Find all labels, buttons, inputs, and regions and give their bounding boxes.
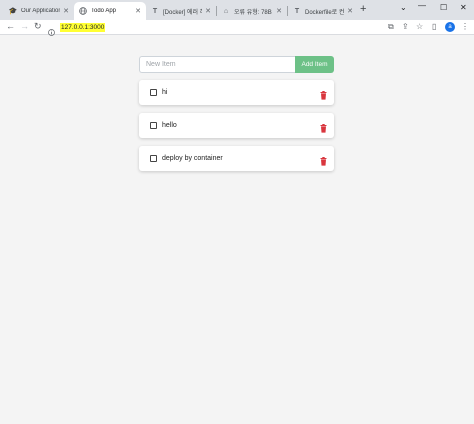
browser-tab-3[interactable]: ⌂ 오류 유형: 78B " ✕: [217, 2, 287, 20]
reload-icon[interactable]: ↻: [34, 21, 42, 32]
browser-tab-2[interactable]: T [Docker] 에러 해결 ✕: [146, 2, 216, 20]
item-label: hi: [162, 89, 168, 96]
home-icon: ⌂: [223, 7, 229, 15]
trash-icon[interactable]: [320, 153, 327, 171]
todo-item: deploy by container: [139, 146, 334, 171]
bookmark-star-icon[interactable]: ☆: [416, 22, 423, 31]
back-arrow-icon[interactable]: ←: [6, 21, 15, 31]
more-menu-icon[interactable]: ⋮: [461, 22, 469, 31]
tab-search-icon[interactable]: ⌄: [400, 3, 407, 12]
t-logo-icon: T: [152, 7, 158, 15]
trash-icon[interactable]: [320, 87, 327, 105]
forward-arrow-icon[interactable]: →: [20, 21, 29, 31]
item-label: deploy by container: [162, 155, 223, 162]
close-window-icon[interactable]: ✕: [460, 3, 467, 12]
new-item-input[interactable]: [139, 56, 296, 73]
minimize-icon[interactable]: —: [418, 1, 426, 10]
tab-title: 오류 유형: 78B ": [234, 9, 274, 16]
translate-icon[interactable]: ⧉: [388, 22, 394, 32]
close-tab-icon[interactable]: ✕: [205, 7, 211, 15]
url-text[interactable]: 127.0.0.1:3000: [60, 23, 106, 32]
t-logo-icon: T: [294, 7, 300, 15]
tab-title: Our Application: [21, 8, 61, 14]
checkbox-icon[interactable]: [150, 155, 157, 162]
browser-toolbar: ← → ↻ 127.0.0.1:3000 ⧉ ⇪ ☆ ▯ ⋮: [0, 20, 474, 36]
close-tab-icon[interactable]: ✕: [347, 7, 353, 15]
add-item-button[interactable]: Add Item: [295, 56, 334, 73]
close-tab-icon[interactable]: ✕: [63, 7, 69, 15]
trash-icon[interactable]: [320, 120, 327, 138]
browser-tab-4[interactable]: T Dockerfile로 컨테 ✕: [288, 2, 358, 20]
new-item-form: Add Item: [139, 56, 334, 73]
browser-tab-1[interactable]: Todo App ✕: [74, 2, 146, 20]
tab-title: [Docker] 에러 해결: [163, 9, 202, 16]
info-icon[interactable]: [48, 23, 55, 41]
checkbox-icon[interactable]: [150, 89, 157, 96]
maximize-icon[interactable]: ☐: [440, 3, 447, 12]
close-tab-icon[interactable]: ✕: [135, 7, 141, 15]
browser-tab-0[interactable]: 🎓 Our Application ✕: [4, 2, 74, 20]
todo-item: hello: [139, 113, 334, 138]
share-icon[interactable]: ⇪: [402, 22, 409, 31]
tab-title: Todo App: [91, 8, 117, 14]
profile-avatar[interactable]: a: [445, 22, 455, 32]
tab-title: Dockerfile로 컨테: [305, 9, 345, 16]
graduation-cap-icon: 🎓: [8, 8, 18, 15]
new-tab-icon[interactable]: +: [360, 3, 366, 15]
item-label: hello: [162, 122, 177, 129]
todo-item: hi: [139, 80, 334, 105]
checkbox-icon[interactable]: [150, 122, 157, 129]
address-bar[interactable]: 127.0.0.1:3000: [44, 22, 382, 36]
browser-tab-strip: 🎓 Our Application ✕ Todo App ✕ T [Docker…: [0, 0, 474, 20]
globe-icon: [79, 7, 87, 15]
close-tab-icon[interactable]: ✕: [276, 7, 282, 15]
side-panel-icon[interactable]: ▯: [432, 22, 436, 31]
